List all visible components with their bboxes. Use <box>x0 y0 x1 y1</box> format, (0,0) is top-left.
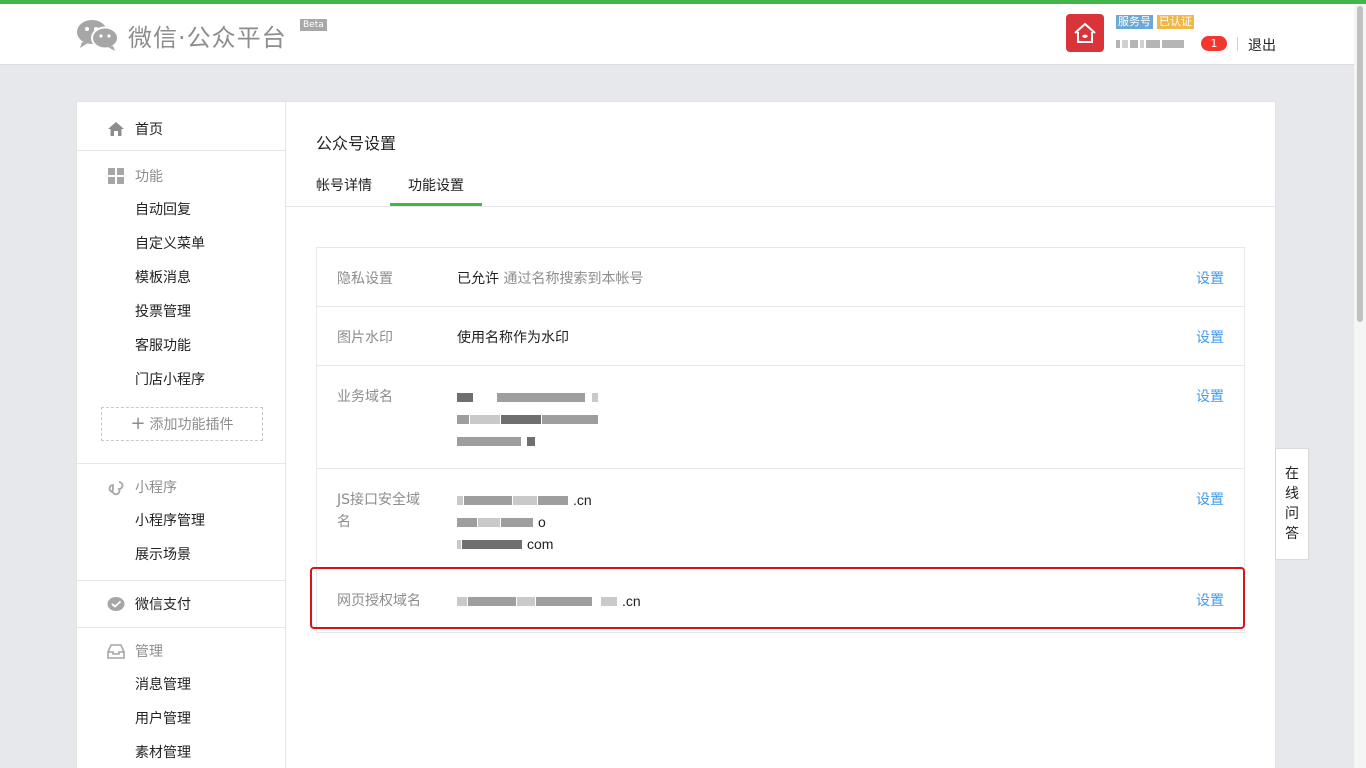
add-plugin-button[interactable]: + 添加功能插件 <box>101 407 263 441</box>
privacy-settings-link[interactable]: 设置 <box>1196 268 1224 290</box>
wechat-pay-icon <box>107 595 125 613</box>
privacy-hint: 通过名称搜索到本帐号 <box>503 271 644 287</box>
sidebar-item-label: 微信支付 <box>135 597 191 613</box>
wechat-logo[interactable]: 微信·公众平台 Beta <box>76 17 327 53</box>
sidebar-item-wechat-pay[interactable]: 微信支付 <box>77 587 286 621</box>
service-account-badge: 服务号 <box>1116 15 1153 29</box>
verified-badge: 已认证 <box>1157 15 1194 29</box>
page-title: 公众号设置 <box>316 134 397 153</box>
notification-badge[interactable]: 1 <box>1201 36 1227 51</box>
sidebar-item-vote[interactable]: 投票管理 <box>77 295 286 329</box>
settings-row-oauth-domain: 网页授权域名 .cn 设置 <box>317 568 1244 632</box>
sidebar-head-manage: 管理 <box>77 634 286 668</box>
sidebar-item-message-manage[interactable]: 消息管理 <box>77 668 286 702</box>
add-plugin-label: 添加功能插件 <box>149 417 234 433</box>
grid-icon <box>107 167 125 185</box>
qa-char: 答 <box>1285 526 1299 542</box>
nav-section-home: 首页 <box>77 102 286 151</box>
js-domain-tld-3: com <box>527 536 554 552</box>
row-value: 已允许 通过名称搜索到本帐号 <box>457 268 643 290</box>
sidebar-item-store-miniprogram[interactable]: 门店小程序 <box>77 363 286 397</box>
settings-row-privacy: 隐私设置 已允许 通过名称搜索到本帐号 设置 <box>317 248 1244 307</box>
qa-char: 线 <box>1285 486 1299 502</box>
nav-section-features: 功能 自动回复 自定义菜单 模板消息 投票管理 客服功能 门店小程序 + 添加功… <box>77 151 286 464</box>
business-domain-values-redacted <box>457 386 599 452</box>
plus-icon: + <box>130 413 146 434</box>
privacy-status: 已允许 <box>457 271 499 287</box>
qa-char: 在 <box>1285 466 1299 482</box>
scrollbar-thumb[interactable] <box>1357 6 1363 322</box>
js-domain-tld-1: .cn <box>573 492 592 508</box>
nav-section-miniprogram: 小程序 小程序管理 展示场景 <box>77 464 286 581</box>
page-scrollbar[interactable] <box>1354 4 1366 768</box>
header-divider <box>1237 37 1238 51</box>
sidebar: 首页 功能 自动回复 自定义菜单 模板消息 投票管理 客服功能 门店小程序 + … <box>76 101 286 768</box>
js-domain-tld-2: o <box>538 514 546 530</box>
settings-row-watermark: 图片水印 使用名称作为水印 设置 <box>317 307 1244 366</box>
sidebar-head-features: 功能 <box>77 159 286 193</box>
sidebar-head-label: 小程序 <box>135 480 177 496</box>
nav-section-pay: 微信支付 <box>77 581 286 628</box>
oauth-domain-value-redacted: .cn <box>457 590 641 612</box>
inbox-icon <box>107 642 125 660</box>
js-domain-values-redacted: .cn o com <box>457 489 592 555</box>
js-domain-settings-link[interactable]: 设置 <box>1196 489 1224 511</box>
oauth-domain-settings-link[interactable]: 设置 <box>1196 590 1224 612</box>
tab-feature-settings[interactable]: 功能设置 <box>390 172 482 206</box>
sidebar-item-miniprogram-manage[interactable]: 小程序管理 <box>77 504 286 538</box>
row-label: 图片水印 <box>337 330 393 346</box>
row-label: 网页授权域名 <box>337 593 421 609</box>
header: 微信·公众平台 Beta 服务号 已认证 1 退出 <box>0 4 1366 65</box>
sidebar-item-home[interactable]: 首页 <box>77 112 286 146</box>
main-panel: 公众号设置 帐号详情 功能设置 隐私设置 已允许 通过名称搜索到本帐号 设置 图… <box>285 101 1276 768</box>
wechat-bubbles-icon <box>76 17 120 53</box>
sidebar-item-custom-menu[interactable]: 自定义菜单 <box>77 227 286 261</box>
sidebar-item-template-msg[interactable]: 模板消息 <box>77 261 286 295</box>
sidebar-head-label: 管理 <box>135 644 163 660</box>
sidebar-item-label: 首页 <box>135 122 163 138</box>
home-icon <box>107 120 125 138</box>
tab-account-details[interactable]: 帐号详情 <box>316 172 372 206</box>
oauth-domain-tld: .cn <box>622 593 641 609</box>
watermark-value: 使用名称作为水印 <box>457 330 569 346</box>
sidebar-item-auto-reply[interactable]: 自动回复 <box>77 193 286 227</box>
online-qa-button[interactable]: 在 线 问 答 <box>1275 448 1309 560</box>
settings-table: 隐私设置 已允许 通过名称搜索到本帐号 设置 图片水印 使用名称作为水印 设置 … <box>316 247 1245 633</box>
sidebar-item-display-scene[interactable]: 展示场景 <box>77 538 286 572</box>
qa-char: 问 <box>1285 506 1299 522</box>
house-logo-icon <box>1074 22 1096 43</box>
settings-row-js-domain: JS接口安全域名 .cn o com 设置 <box>317 469 1244 568</box>
logout-link[interactable]: 退出 <box>1248 35 1276 55</box>
tabs-divider <box>286 206 1275 207</box>
watermark-settings-link[interactable]: 设置 <box>1196 327 1224 349</box>
row-label: 隐私设置 <box>337 271 393 287</box>
sidebar-item-customer-service[interactable]: 客服功能 <box>77 329 286 363</box>
settings-row-business-domain: 业务域名 设置 <box>317 366 1244 469</box>
settings-tabs: 帐号详情 功能设置 <box>316 172 482 206</box>
sidebar-head-label: 功能 <box>135 169 163 185</box>
nav-section-manage: 管理 消息管理 用户管理 素材管理 <box>77 628 286 768</box>
sidebar-item-user-manage[interactable]: 用户管理 <box>77 702 286 736</box>
beta-badge: Beta <box>300 19 327 31</box>
row-label: 业务域名 <box>337 389 393 405</box>
row-label: JS接口安全域名 <box>337 492 421 530</box>
sidebar-head-miniprogram: 小程序 <box>77 470 286 504</box>
miniprogram-icon <box>107 478 125 496</box>
sidebar-item-material-manage[interactable]: 素材管理 <box>77 736 286 768</box>
logo-title: 微信·公众平台 <box>128 23 287 52</box>
account-name-redacted <box>1116 36 1188 48</box>
account-avatar[interactable] <box>1066 14 1104 52</box>
business-domain-settings-link[interactable]: 设置 <box>1196 386 1224 408</box>
